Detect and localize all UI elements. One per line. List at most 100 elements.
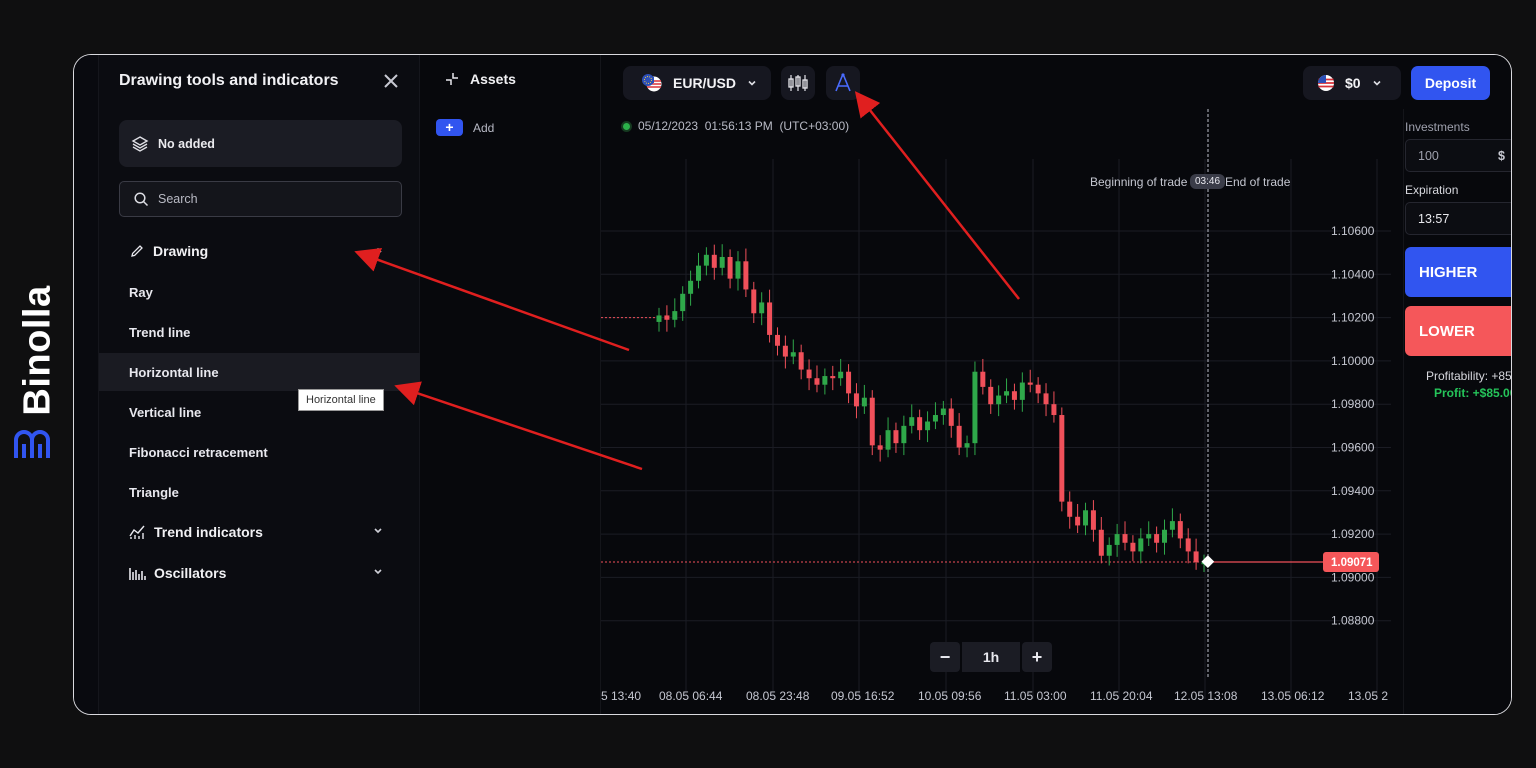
candle-body xyxy=(1051,404,1057,416)
layers-icon xyxy=(131,135,149,152)
compass-drawing-icon xyxy=(835,73,851,92)
section-drawing-label: Drawing xyxy=(153,243,209,259)
candle-body xyxy=(1177,521,1183,539)
x-tick-label: 13.05 2 xyxy=(1348,689,1388,703)
candle-body xyxy=(1035,384,1041,394)
zoom-out-button[interactable]: − xyxy=(930,642,960,672)
y-tick-label: 1.09200 xyxy=(1331,527,1375,541)
timeframe-zoom-control: − 1h + xyxy=(930,642,1052,672)
lower-button[interactable]: LOWER xyxy=(1405,306,1511,356)
section-drawing[interactable]: Drawing xyxy=(129,240,384,262)
search-box xyxy=(119,181,402,217)
tool-label: Horizontal line xyxy=(129,364,219,380)
y-tick-label: 1.10200 xyxy=(1331,311,1375,325)
assets-title: Assets xyxy=(470,71,516,87)
zoom-in-button[interactable]: + xyxy=(1022,642,1052,672)
investment-input[interactable]: 100 $ xyxy=(1405,139,1511,172)
candles-icon xyxy=(788,75,808,91)
price-chart[interactable]: 1.10600 1.10400 1.10200 1.10000 1.09800 1.096… xyxy=(601,109,1403,714)
candle-body xyxy=(759,302,765,314)
candle-body xyxy=(988,386,994,405)
candle-body xyxy=(996,395,1002,405)
y-tick-label: 1.10000 xyxy=(1331,354,1375,368)
candle-body xyxy=(680,293,686,312)
y-tick-label: 1.09600 xyxy=(1331,441,1375,455)
indicators-button[interactable] xyxy=(781,66,815,100)
x-tick-label: 11.05 03:00 xyxy=(1004,689,1067,703)
balance-label: $0 xyxy=(1345,75,1361,91)
x-tick-label: 13.05 06:12 xyxy=(1261,689,1325,703)
candle-body xyxy=(1067,501,1073,517)
candle-body xyxy=(790,352,796,357)
add-asset-button[interactable]: + Add xyxy=(436,119,494,136)
expiration-label: Expiration xyxy=(1405,183,1459,197)
deposit-button[interactable]: Deposit xyxy=(1411,66,1490,100)
candle-body xyxy=(964,443,970,448)
drawing-tools-panel: Drawing tools and indicators No added Dr… xyxy=(99,55,420,714)
candle-body xyxy=(822,376,828,385)
candle-body xyxy=(1004,391,1010,396)
plus-icon: + xyxy=(436,119,463,136)
assets-header[interactable]: Assets xyxy=(444,71,516,87)
close-icon[interactable] xyxy=(381,71,401,91)
candle-body xyxy=(940,408,946,416)
candle-body xyxy=(735,261,741,279)
search-icon xyxy=(134,191,149,206)
candle-body xyxy=(1169,521,1175,530)
candle-body xyxy=(1075,516,1081,526)
trade-timer-badge: 03:46 xyxy=(1190,174,1226,189)
balance-selector[interactable]: $0 xyxy=(1303,66,1401,100)
pencil-icon xyxy=(131,245,143,257)
add-asset-label: Add xyxy=(473,120,495,135)
tool-trend-line[interactable]: Trend line xyxy=(99,313,420,351)
section-trend-indicators-label: Trend indicators xyxy=(154,524,263,540)
end-of-trade-label: End of trade xyxy=(1225,175,1291,189)
tool-label: Vertical line xyxy=(129,404,202,420)
tool-triangle[interactable]: Triangle xyxy=(99,473,420,511)
candle-body xyxy=(885,430,891,450)
trend-chart-icon xyxy=(129,525,145,539)
y-tick-label: 1.10600 xyxy=(1331,224,1375,238)
us-flag-icon xyxy=(1318,75,1334,91)
candle-body xyxy=(932,415,938,422)
pair-selector[interactable]: EUR/USD xyxy=(623,66,771,100)
tool-horizontal-line[interactable]: Horizontal line xyxy=(99,353,420,391)
search-input[interactable] xyxy=(158,192,378,206)
expiration-input[interactable]: 13:57 xyxy=(1405,202,1511,235)
candle-body xyxy=(727,256,733,279)
candle-body xyxy=(806,369,812,379)
candle-body xyxy=(711,254,717,268)
eur-usd-flag-icon xyxy=(642,74,662,92)
chevron-down-icon xyxy=(374,528,382,534)
higher-button[interactable]: HIGHER xyxy=(1405,247,1511,297)
candle-body xyxy=(877,445,883,450)
current-price-tag-label: 1.09071 xyxy=(1331,557,1373,569)
x-tick-label: 08.05 06:44 xyxy=(659,689,723,703)
tool-ray[interactable]: Ray xyxy=(99,273,420,311)
candle-body xyxy=(948,408,954,426)
candle-body xyxy=(688,280,694,294)
candle-body xyxy=(814,378,820,385)
drawing-tools-button[interactable] xyxy=(826,66,860,100)
chart-area: EUR/USD $0 Deposit 05/12/2023 01:56:13 P… xyxy=(601,55,1511,714)
section-oscillators-label: Oscillators xyxy=(154,565,227,581)
brand-wordmark: Binolla xyxy=(16,284,59,416)
candle-body xyxy=(1130,542,1136,552)
assets-column: Assets + Add xyxy=(420,55,601,714)
app-window: Drawing tools and indicators No added Dr… xyxy=(73,54,1512,715)
trade-panel: Investments 100 $ Expiration 13:57 HIGHER… xyxy=(1403,109,1511,714)
candle-body xyxy=(956,425,962,448)
section-trend-indicators[interactable]: Trend indicators xyxy=(129,521,384,543)
y-tick-label: 1.09000 xyxy=(1331,570,1375,584)
timeframe-label[interactable]: 1h xyxy=(962,642,1020,672)
candle-body xyxy=(664,315,670,320)
candle-body xyxy=(1019,382,1025,400)
candle-body xyxy=(751,289,757,314)
collapse-icon xyxy=(446,73,458,85)
tool-fibonacci-retracement[interactable]: Fibonacci retracement xyxy=(99,433,420,471)
pair-label: EUR/USD xyxy=(673,75,737,91)
y-tick-label: 1.09800 xyxy=(1331,397,1375,411)
section-oscillators[interactable]: Oscillators xyxy=(129,562,384,584)
tool-label: Triangle xyxy=(129,484,179,500)
current-price-marker xyxy=(1201,555,1215,569)
